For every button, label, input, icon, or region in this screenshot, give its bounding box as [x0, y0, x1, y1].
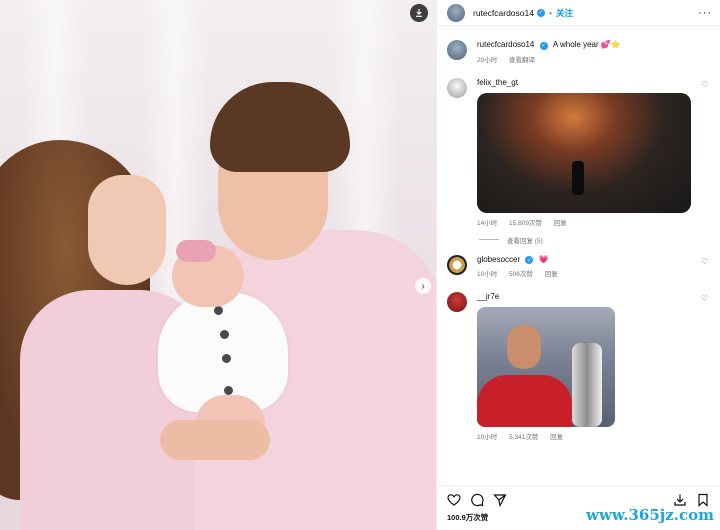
post-panel: rutecfcardoso14 ✓ • 关注 ··· rutecfcardoso…: [436, 0, 720, 530]
separator-dot: •: [548, 7, 552, 18]
like-comment-icon[interactable]: ♡: [701, 80, 710, 89]
comment-item: __jr7e 10小时 5,341次赞 回复 ♡: [437, 292, 720, 441]
author-avatar[interactable]: [447, 40, 467, 60]
chevron-right-icon: ›: [421, 280, 425, 292]
verified-badge-icon: ✓: [536, 8, 545, 17]
outfit-button: [214, 306, 223, 315]
download-icon: [416, 9, 422, 17]
site-watermark: www.365jz.com: [586, 506, 714, 524]
like-icon[interactable]: [447, 493, 461, 507]
comment-likes[interactable]: 5,341次赞: [509, 434, 538, 441]
more-options-button[interactable]: ···: [698, 7, 712, 19]
next-image-button[interactable]: ›: [415, 278, 431, 294]
baby-outfit: [158, 292, 288, 412]
bookmark-icon[interactable]: [696, 493, 710, 507]
post-photo[interactable]: ›: [0, 0, 436, 530]
comment-icon[interactable]: [470, 493, 484, 507]
commenter-avatar[interactable]: [447, 254, 467, 275]
comment-time[interactable]: 14小时: [477, 220, 497, 227]
knight-figure: [572, 160, 584, 195]
comment-item: felix_the_gt 14小时 15,809次赞 回复 ♡: [437, 77, 720, 227]
outfit-button: [222, 354, 231, 363]
comment-image[interactable]: [477, 307, 615, 427]
commenter-avatar[interactable]: [447, 77, 467, 98]
woman-face: [88, 175, 166, 285]
author-avatar[interactable]: [447, 3, 465, 22]
comment-likes[interactable]: 15,809次赞: [509, 220, 542, 227]
like-comment-icon[interactable]: ♡: [701, 294, 710, 303]
comment-text: 💗: [538, 254, 549, 264]
view-replies-label: 查看回复 (5): [507, 237, 543, 245]
reply-button[interactable]: 回复: [545, 271, 558, 278]
hands: [160, 420, 270, 460]
baby-headband: [176, 240, 216, 262]
caption-username[interactable]: rutecfcardoso14: [477, 40, 534, 49]
outfit-button: [220, 330, 229, 339]
post-caption: rutecfcardoso14 ✓ A whole year 💕⭐ 20小时 查…: [437, 26, 720, 64]
comment-username[interactable]: __jr7e: [477, 292, 615, 301]
comment-username[interactable]: globesoccer: [477, 255, 520, 264]
comment-likes[interactable]: 506次赞: [509, 271, 533, 278]
like-comment-icon[interactable]: ♡: [701, 257, 710, 266]
reply-button[interactable]: 回复: [550, 434, 563, 441]
verified-badge-icon: ✓: [525, 256, 534, 264]
download-icon[interactable]: [673, 493, 687, 507]
player-face: [507, 325, 541, 369]
author-username[interactable]: rutecfcardoso14: [473, 8, 534, 18]
man-hair: [210, 82, 350, 172]
share-icon[interactable]: [493, 493, 507, 507]
comment-time[interactable]: 10小时: [477, 271, 497, 278]
comment-item: globesoccer ✓ 💗 10小时 506次赞 回复 ♡: [437, 254, 720, 278]
player-shirt: [477, 375, 572, 427]
comment-image[interactable]: [477, 92, 691, 213]
trophy: [572, 343, 602, 427]
comment-time[interactable]: 10小时: [477, 434, 497, 441]
comment-username[interactable]: felix_the_gt: [477, 78, 691, 87]
caption-text: A whole year 💕⭐: [552, 40, 621, 49]
verified-badge-icon: ✓: [539, 41, 548, 50]
view-replies-link[interactable]: 查看回复 (5): [437, 235, 720, 245]
download-button[interactable]: [410, 4, 428, 22]
commenter-avatar[interactable]: [447, 292, 467, 312]
outfit-button: [224, 386, 233, 395]
reply-button[interactable]: 回复: [554, 220, 567, 227]
translate-link[interactable]: 查看翻译: [509, 57, 535, 64]
caption-time[interactable]: 20小时: [477, 57, 497, 64]
follow-button[interactable]: 关注: [556, 7, 573, 19]
post-header: rutecfcardoso14 ✓ • 关注 ···: [437, 0, 720, 26]
